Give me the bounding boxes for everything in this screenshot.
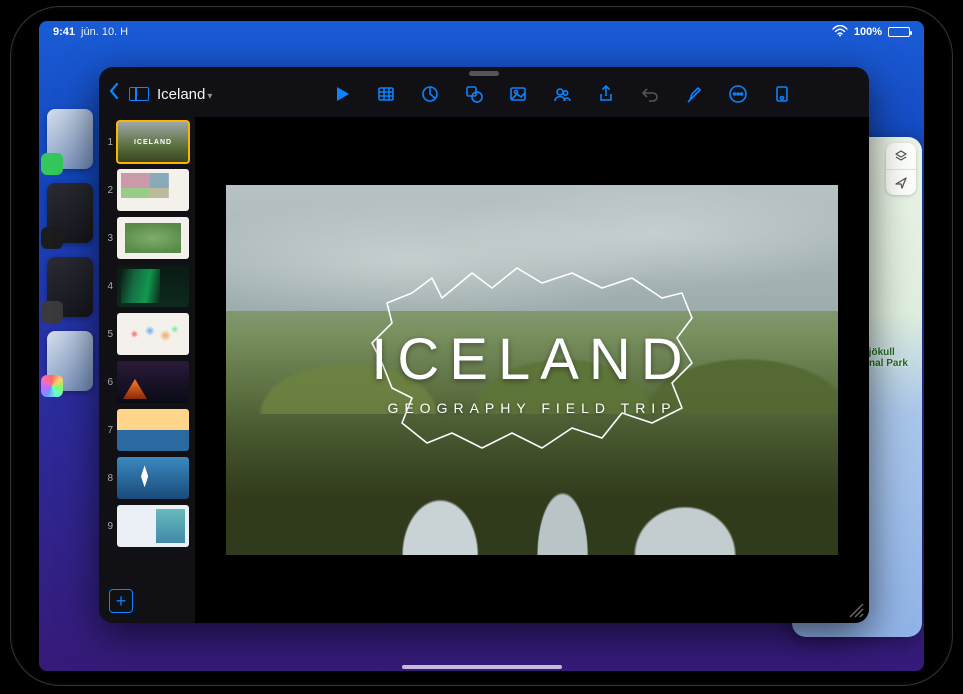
slide-number: 8 bbox=[103, 473, 113, 484]
slide-number: 4 bbox=[103, 281, 113, 292]
slide-number: 3 bbox=[103, 233, 113, 244]
stage-app-thumb[interactable] bbox=[47, 257, 93, 317]
slide-thumbnail-label: ICELAND bbox=[134, 139, 172, 146]
chart-icon[interactable] bbox=[419, 83, 441, 105]
messages-icon bbox=[41, 153, 63, 175]
slide-thumbnail[interactable] bbox=[117, 169, 189, 211]
ipad-screen: 9:41 jún. 10. H 100% bbox=[39, 21, 924, 671]
slide-thumbnail[interactable] bbox=[117, 457, 189, 499]
stage-app-thumb[interactable] bbox=[47, 183, 93, 243]
share-icon[interactable] bbox=[595, 83, 617, 105]
slide-thumbnail[interactable] bbox=[117, 265, 189, 307]
shape-icon[interactable] bbox=[463, 83, 485, 105]
stage-app-thumb[interactable] bbox=[47, 331, 93, 391]
slide-thumb-row[interactable]: 8 bbox=[103, 457, 191, 499]
slide-thumb-row[interactable]: 5 bbox=[103, 313, 191, 355]
table-icon[interactable] bbox=[375, 83, 397, 105]
slide-thumbnail[interactable] bbox=[117, 313, 189, 355]
status-battery-pct: 100% bbox=[854, 26, 882, 38]
stage-manager-stack bbox=[47, 109, 97, 391]
chevron-down-icon: ▾ bbox=[207, 91, 212, 102]
more-icon[interactable] bbox=[727, 83, 749, 105]
slide-thumbnail[interactable] bbox=[117, 409, 189, 451]
slide-thumbnail[interactable] bbox=[117, 505, 189, 547]
document-title[interactable]: Iceland▾ bbox=[157, 86, 212, 103]
slide-number: 7 bbox=[103, 425, 113, 436]
ipad-frame: 9:41 jún. 10. H 100% bbox=[10, 6, 953, 686]
slide-thumb-row[interactable]: 3 bbox=[103, 217, 191, 259]
slide-thumb-row[interactable]: 1 ICELAND bbox=[103, 121, 191, 163]
photos-icon bbox=[41, 375, 63, 397]
slide-canvas[interactable]: ICELAND GEOGRAPHY FIELD TRIP bbox=[195, 117, 869, 623]
image-icon[interactable] bbox=[507, 83, 529, 105]
back-button[interactable] bbox=[107, 81, 121, 107]
battery-icon bbox=[888, 27, 910, 37]
sidebar-toggle-icon[interactable] bbox=[129, 87, 149, 101]
slide-number: 9 bbox=[103, 521, 113, 532]
maps-locate-icon[interactable] bbox=[886, 169, 916, 195]
slide-number: 2 bbox=[103, 185, 113, 196]
slide-navigator: 1 ICELAND 2 3 4 5 6 7 8 9 + bbox=[99, 117, 195, 623]
slide-subtitle[interactable]: GEOGRAPHY FIELD TRIP bbox=[226, 400, 838, 416]
play-icon[interactable] bbox=[331, 83, 353, 105]
maps-layers-icon[interactable] bbox=[886, 143, 916, 169]
slide-thumbnail[interactable] bbox=[117, 217, 189, 259]
format-brush-icon[interactable] bbox=[683, 83, 705, 105]
slide-thumb-row[interactable]: 4 bbox=[103, 265, 191, 307]
slide-thumb-row[interactable]: 7 bbox=[103, 409, 191, 451]
maps-controls bbox=[886, 143, 916, 195]
stage-app-thumb[interactable] bbox=[47, 109, 93, 169]
slide-thumb-row[interactable]: 2 bbox=[103, 169, 191, 211]
calculator-icon bbox=[41, 301, 63, 323]
slide-number: 5 bbox=[103, 329, 113, 340]
window-resize-handle-icon[interactable] bbox=[845, 599, 865, 619]
slide-number: 1 bbox=[103, 137, 113, 148]
home-indicator[interactable] bbox=[402, 665, 562, 669]
slide-number: 6 bbox=[103, 377, 113, 388]
slide-thumb-row[interactable]: 9 bbox=[103, 505, 191, 547]
status-bar: 9:41 jún. 10. H 100% bbox=[39, 21, 924, 43]
slide-thumb-row[interactable]: 6 bbox=[103, 361, 191, 403]
undo-icon[interactable] bbox=[639, 83, 661, 105]
document-options-icon[interactable] bbox=[771, 83, 793, 105]
collaborate-icon[interactable] bbox=[551, 83, 573, 105]
status-time: 9:41 bbox=[53, 26, 75, 38]
multitasking-handle-icon[interactable] bbox=[469, 71, 499, 76]
slide-thumbnail[interactable]: ICELAND bbox=[117, 121, 189, 163]
wifi-icon bbox=[832, 25, 848, 40]
status-date: jún. 10. H bbox=[81, 26, 128, 38]
stocks-icon bbox=[41, 227, 63, 249]
slide-content[interactable]: ICELAND GEOGRAPHY FIELD TRIP bbox=[226, 185, 838, 555]
add-slide-button[interactable]: + bbox=[109, 589, 133, 613]
slide-thumbnail[interactable] bbox=[117, 361, 189, 403]
slide-title[interactable]: ICELAND bbox=[226, 326, 838, 393]
keynote-window[interactable]: Iceland▾ 1 ICELAND 2 3 4 5 6 7 8 9 + bbox=[99, 67, 869, 623]
